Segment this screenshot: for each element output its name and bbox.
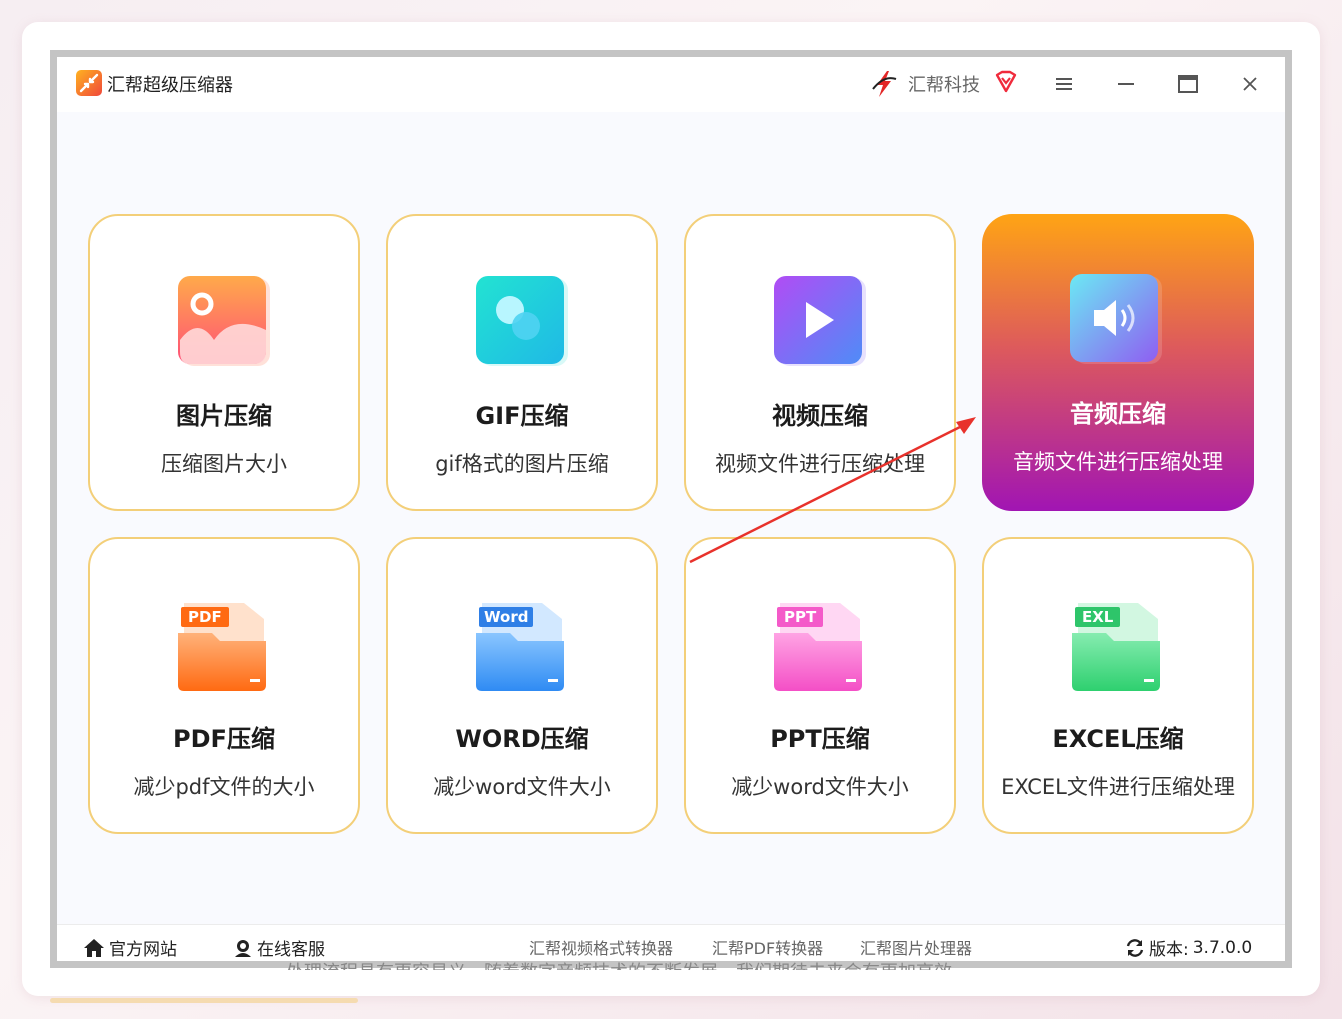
file-badge: PDF [181,607,229,627]
background-document-text: 处理流程具有更容易义，随着数字音频技术的不断发展，我们期待未来会有更加高效 [286,958,952,970]
background-underline [50,998,358,1003]
tile-title: PDF压缩 [173,725,275,753]
titlebar: 汇帮超级压缩器 汇帮科技 [57,57,1285,112]
tile-title: 视频压缩 [772,402,868,430]
tile-desc: 减少word文件大小 [433,775,611,799]
tile-title: WORD压缩 [455,725,589,753]
menu-button[interactable] [1049,69,1079,99]
tile-title: 图片压缩 [176,402,272,430]
gif-icon [476,276,568,366]
official-site-label: 官方网站 [109,940,177,960]
maximize-icon [1178,75,1198,93]
brand-logo-icon [872,71,897,97]
tool-tile-pdf[interactable]: PDF PDF压缩 减少pdf文件的大小 [88,537,360,834]
tool-tile-gif[interactable]: GIF压缩 gif格式的图片压缩 [386,214,658,511]
version-label: 版本: [1149,940,1189,960]
tile-title: GIF压缩 [475,402,569,430]
speaker-icon [1070,274,1162,364]
footer-link-pdf-converter[interactable]: 汇帮PDF转换器 [712,935,823,959]
tool-tile-ppt[interactable]: PPT PPT压缩 减少word文件大小 [684,537,956,834]
tile-title: EXCEL压缩 [1052,725,1184,753]
minimize-button[interactable] [1111,69,1141,99]
vip-diamond-icon[interactable] [993,69,1019,95]
file-badge: EXL [1075,607,1121,627]
close-icon [1243,77,1257,91]
brand-name: 汇帮科技 [908,75,980,96]
hamburger-menu-icon [1056,78,1072,90]
tile-title: 音频压缩 [1070,400,1166,428]
maximize-button[interactable] [1173,69,1203,99]
tile-desc: 音频文件进行压缩处理 [1013,450,1223,474]
tile-desc: 减少word文件大小 [731,775,909,799]
tile-desc: EXCEL文件进行压缩处理 [1001,775,1235,799]
tool-tile-audio[interactable]: 音频压缩 音频文件进行压缩处理 [982,214,1254,511]
file-badge: Word [479,607,534,627]
tool-tile-excel[interactable]: EXL EXCEL压缩 EXCEL文件进行压缩处理 [982,537,1254,834]
tools-grid: 图片压缩 压缩图片大小 GIF压缩 gif格式的图片压缩 视频压缩 视频文件进行… [57,112,1285,924]
tile-desc: gif格式的图片压缩 [435,452,609,476]
app-logo-icon [76,70,102,96]
file-badge: PPT [777,607,824,627]
video-play-icon [774,276,866,366]
footer-link-video-converter[interactable]: 汇帮视频格式转换器 [529,935,673,959]
close-button[interactable] [1235,69,1265,99]
online-service-label: 在线客服 [257,940,325,960]
version-number: 3.7.0.0 [1192,937,1253,958]
footer-link-image-processor[interactable]: 汇帮图片处理器 [860,935,972,959]
tool-tile-image[interactable]: 图片压缩 压缩图片大小 [88,214,360,511]
app-title: 汇帮超级压缩器 [107,75,233,96]
tile-title: PPT压缩 [770,725,870,753]
minimize-icon [1118,83,1134,85]
tile-desc: 视频文件进行压缩处理 [715,452,925,476]
version-info[interactable]: 版本: 3.7.0.0 [1125,935,1252,960]
customer-service-icon [235,939,251,957]
tile-desc: 压缩图片大小 [161,452,287,476]
tool-tile-video[interactable]: 视频压缩 视频文件进行压缩处理 [684,214,956,511]
refresh-icon [1126,938,1144,957]
app-window: 汇帮超级压缩器 汇帮科技 图片压缩 压缩图片大小 GIF压缩 gif格式的图片压… [50,50,1292,968]
image-icon [178,276,270,366]
online-service-link[interactable]: 在线客服 [233,935,325,960]
tile-desc: 减少pdf文件的大小 [133,775,315,799]
tool-tile-word[interactable]: Word WORD压缩 减少word文件大小 [386,537,658,834]
home-icon [84,938,104,957]
official-site-link[interactable]: 官方网站 [83,935,177,960]
